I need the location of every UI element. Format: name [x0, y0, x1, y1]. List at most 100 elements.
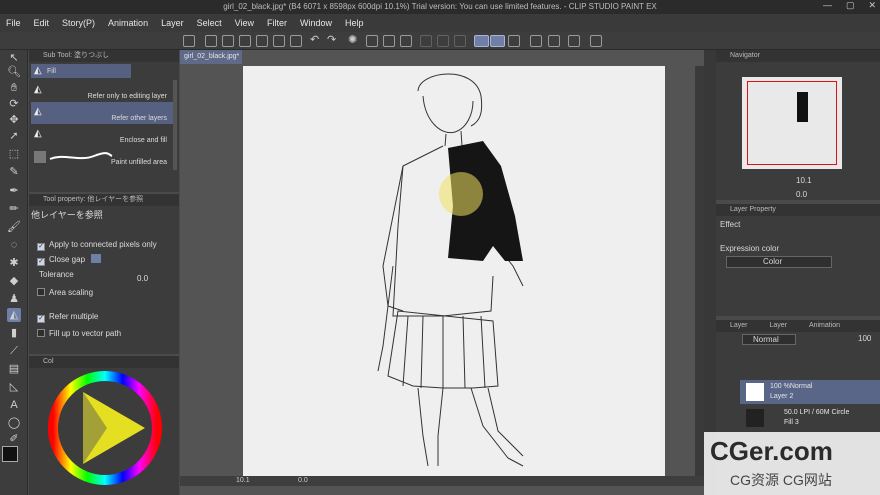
close-gap-level[interactable]: [91, 254, 102, 263]
rotate-icon[interactable]: ⟳: [7, 97, 21, 111]
snap-special-icon[interactable]: [454, 35, 466, 47]
export-icon[interactable]: [273, 35, 285, 47]
apply-connected-checkbox[interactable]: ✓: [37, 243, 45, 251]
animation-tab-label[interactable]: Animation: [809, 322, 840, 329]
pen-icon[interactable]: ✒: [7, 184, 21, 198]
layer-blend: 50.0 LPI / 60M Circle: [784, 409, 850, 416]
fill-icon[interactable]: [383, 35, 395, 47]
new-file-icon[interactable]: [205, 35, 217, 47]
correct-line-icon[interactable]: ✐: [7, 432, 21, 446]
settings-icon[interactable]: [568, 35, 580, 47]
expression-color-select[interactable]: Color: [726, 256, 832, 268]
record-icon[interactable]: [530, 35, 542, 47]
menu-animation[interactable]: Animation: [108, 18, 148, 28]
fill-vector-checkbox[interactable]: [37, 329, 45, 337]
subtool-refer-other[interactable]: ◭ Refer other layers: [31, 102, 173, 124]
ruler-icon[interactable]: ◺: [7, 380, 21, 394]
clear-icon[interactable]: [366, 35, 378, 47]
layer-tab-label[interactable]: Layer: [730, 322, 748, 329]
area-scaling-label: Area scaling: [49, 288, 94, 297]
subtool-enclose-fill[interactable]: ◭ Enclose and fill: [31, 124, 173, 146]
line-icon[interactable]: [508, 35, 520, 47]
menu-filter[interactable]: Filter: [267, 18, 287, 28]
color-wheel[interactable]: [47, 370, 163, 486]
menu-select[interactable]: Select: [197, 18, 222, 28]
subtool-scrollbar[interactable]: [173, 80, 177, 170]
text-icon[interactable]: A: [7, 398, 21, 412]
eraser-icon[interactable]: ◆: [7, 274, 21, 288]
undo-icon[interactable]: ↶: [310, 35, 322, 47]
canvas-vertical-scrollbar[interactable]: [695, 66, 704, 476]
navigator-preview[interactable]: [742, 77, 842, 169]
eyedropper-icon[interactable]: ✎: [7, 165, 21, 179]
refer-multiple-checkbox[interactable]: ✓: [37, 315, 45, 323]
menu-story[interactable]: Story(P): [62, 18, 95, 28]
layer-search-tab-label[interactable]: Layer: [769, 322, 787, 329]
pressure-icon[interactable]: [490, 35, 505, 47]
frame-icon[interactable]: ▤: [7, 362, 21, 376]
save-as-icon[interactable]: [256, 35, 268, 47]
navigator-viewport-frame[interactable]: [747, 81, 837, 165]
color-tab-label: Col: [43, 358, 54, 365]
decoration-icon[interactable]: ✱: [7, 256, 21, 270]
minimize-button[interactable]: —: [823, 0, 832, 14]
brush-icon[interactable]: 🖌︎: [7, 220, 21, 234]
clip-studio-icon[interactable]: [183, 35, 195, 47]
opacity-value[interactable]: 100: [858, 334, 871, 343]
close-button[interactable]: ✕: [868, 0, 876, 14]
fill-tool-icon[interactable]: ◭: [7, 308, 21, 322]
pencil-icon[interactable]: ✏: [7, 202, 21, 216]
auto-action-icon[interactable]: [548, 35, 560, 47]
close-gap-option[interactable]: ✓ Close gap: [37, 254, 102, 266]
subtool-fill-group[interactable]: ◭ Fill: [31, 64, 131, 78]
blend-icon[interactable]: ♟: [7, 292, 21, 306]
hand-icon[interactable]: ✋︎: [7, 81, 21, 95]
selection-icon[interactable]: ⬚: [7, 147, 21, 161]
refer-multiple-option[interactable]: ✓ Refer multiple: [37, 311, 98, 323]
zoom-icon[interactable]: 🔍︎: [7, 65, 21, 79]
menu-edit[interactable]: Edit: [34, 18, 50, 28]
menu-window[interactable]: Window: [300, 18, 332, 28]
angle-readout[interactable]: 0.0: [298, 477, 308, 484]
airbrush-icon[interactable]: ◌: [7, 238, 21, 252]
canvas-paper[interactable]: [243, 66, 665, 476]
fill-vector-option[interactable]: Fill up to vector path: [37, 328, 121, 340]
area-scaling-option[interactable]: Area scaling: [37, 287, 93, 299]
document-tab[interactable]: girl_02_black.jpg*: [180, 50, 242, 64]
stroke-preview-icon: [34, 150, 114, 167]
stabilize-icon[interactable]: [474, 35, 489, 47]
subtool-paint-unfilled[interactable]: Paint unfilled area: [31, 146, 173, 168]
balloon-icon[interactable]: ◯: [7, 416, 21, 430]
blend-mode-select[interactable]: Normal: [742, 334, 796, 345]
zoom-readout[interactable]: 10.1: [236, 477, 250, 484]
apply-connected-option[interactable]: ✓ Apply to connected pixels only: [37, 239, 157, 251]
layer-row[interactable]: 100 %Normal Layer 2: [740, 380, 880, 404]
transform-icon[interactable]: [400, 35, 412, 47]
open-file-icon[interactable]: [222, 35, 234, 47]
area-scaling-checkbox[interactable]: [37, 288, 45, 296]
figure-icon[interactable]: ⟋: [7, 344, 21, 358]
deselect-icon[interactable]: ✺: [348, 35, 360, 47]
snap-ruler-icon[interactable]: [420, 35, 432, 47]
menu-layer[interactable]: Layer: [161, 18, 184, 28]
navigator-angle[interactable]: 0.0: [796, 190, 807, 199]
subtool-refer-editing[interactable]: ◭ Refer only to editing layer: [31, 80, 173, 102]
close-gap-checkbox[interactable]: ✓: [37, 258, 45, 266]
gradient-icon[interactable]: ▮: [7, 326, 21, 340]
print-icon[interactable]: [290, 35, 302, 47]
smartphone-icon[interactable]: [590, 35, 602, 47]
menu-file[interactable]: File: [6, 18, 21, 28]
move-icon[interactable]: ✥: [7, 113, 21, 127]
main-color-swatch[interactable]: [2, 446, 18, 462]
tolerance-value[interactable]: 0.0: [137, 273, 148, 285]
save-icon[interactable]: [239, 35, 251, 47]
redo-icon[interactable]: ↷: [327, 35, 339, 47]
cursor-icon[interactable]: ↖: [7, 51, 21, 65]
operation-icon[interactable]: ➚: [7, 129, 21, 143]
maximize-button[interactable]: ▢: [846, 0, 855, 14]
menu-view[interactable]: View: [235, 18, 254, 28]
navigator-zoom[interactable]: 10.1: [796, 176, 812, 185]
menu-help[interactable]: Help: [345, 18, 364, 28]
snap-grid-icon[interactable]: [437, 35, 449, 47]
layer-row[interactable]: 50.0 LPI / 60M Circle Fill 3: [740, 406, 880, 430]
